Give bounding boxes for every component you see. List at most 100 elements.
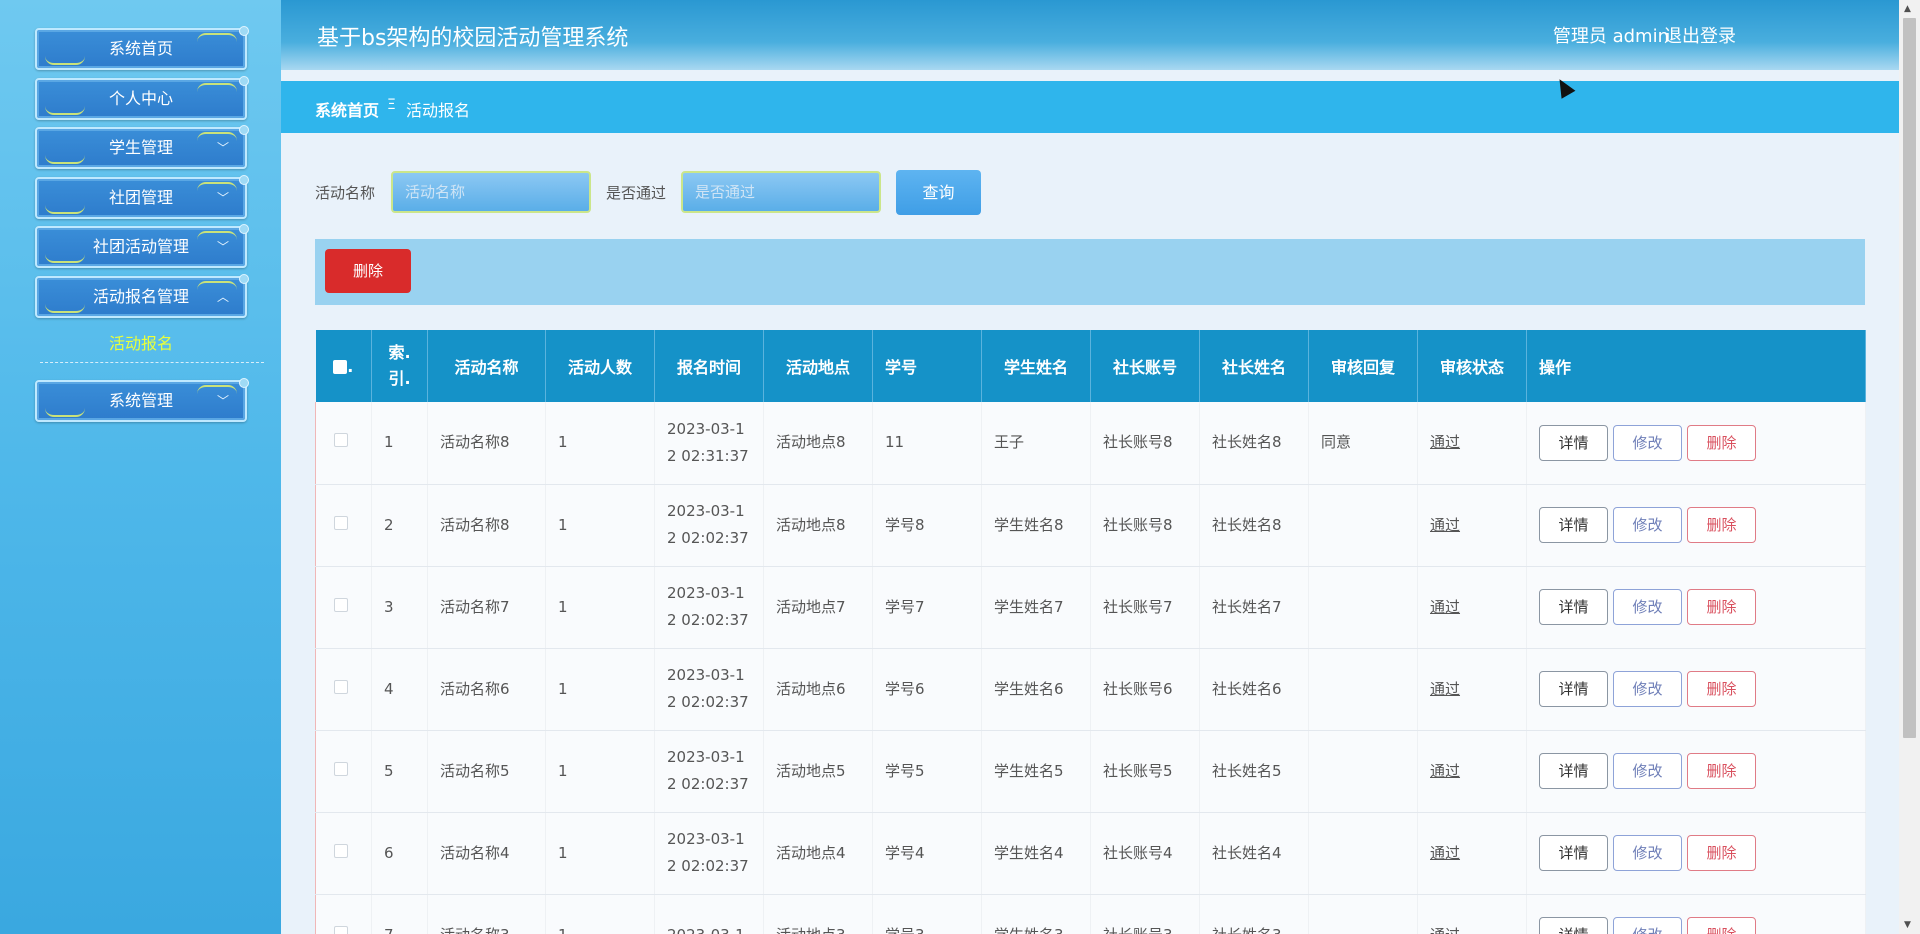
cell-student-name: 学生姓名8 [981, 484, 1091, 567]
sidebar-item-profile[interactable]: 个人中心 [35, 76, 249, 120]
col-student-name: 学生姓名 [981, 330, 1091, 402]
sidebar-item-registration[interactable]: 活动报名管理 ︿ [35, 274, 249, 318]
page-scrollbar[interactable]: ▲ ▼ [1899, 0, 1920, 934]
row-select-cell[interactable] [315, 894, 372, 934]
cell-student-name: 学生姓名3 [981, 894, 1091, 934]
row-select-cell[interactable] [315, 566, 372, 649]
detail-button[interactable]: 详情 [1539, 507, 1608, 543]
select-all-checkbox[interactable] [333, 360, 348, 374]
sidebar-item-label: 社团活动管理 [92, 237, 189, 256]
col-time: 报名时间 [654, 330, 764, 402]
sidebar-item-label: 活动报名管理 [92, 287, 189, 306]
row-select-cell[interactable] [315, 812, 372, 895]
cell-student-no: 学号4 [872, 812, 982, 895]
cell-time-line2: 2 02:02:37 [667, 611, 749, 629]
cell-count: 1 [545, 894, 655, 934]
status-text: 通过 [1430, 926, 1460, 934]
cell-index: 2 [371, 484, 428, 567]
sidebar-item-system[interactable]: 系统管理 ﹀ [35, 378, 249, 422]
scroll-down-icon[interactable]: ▼ [1904, 920, 1911, 930]
edit-button[interactable]: 修改 [1613, 835, 1682, 871]
detail-button[interactable]: 详情 [1539, 753, 1608, 789]
cell-review-reply [1308, 484, 1418, 567]
chevron-down-icon: ﹀ [216, 240, 229, 254]
edit-button[interactable]: 修改 [1613, 917, 1682, 934]
row-select-cell[interactable] [315, 730, 372, 813]
col-actions: 操作 [1526, 330, 1866, 402]
delete-button[interactable]: 删除 [1687, 753, 1756, 789]
edit-button[interactable]: 修改 [1613, 424, 1682, 461]
cell-student-name: 学生姓名7 [981, 566, 1091, 649]
cell-index: 5 [371, 730, 428, 813]
delete-button[interactable]: 删除 [1687, 589, 1756, 625]
sidebar-item-label: 个人中心 [108, 89, 173, 108]
cell-actions: 详情修改删除 [1526, 894, 1866, 934]
batch-delete-button[interactable]: 删除 [325, 249, 411, 293]
row-checkbox[interactable] [334, 597, 348, 612]
status-text: 通过 [1430, 761, 1461, 780]
edit-button[interactable]: 修改 [1613, 589, 1682, 625]
edit-button[interactable]: 修改 [1613, 671, 1682, 707]
detail-button[interactable]: 详情 [1539, 671, 1608, 707]
row-select-cell[interactable] [315, 402, 372, 485]
passed-input[interactable]: 是否通过 [681, 171, 881, 213]
activity-name-input[interactable]: 活动名称 [391, 171, 591, 213]
cell-student-name: 学生姓名5 [981, 730, 1091, 813]
row-checkbox[interactable] [334, 843, 348, 858]
detail-button[interactable]: 详情 [1539, 917, 1608, 934]
delete-button[interactable]: 删除 [1687, 835, 1756, 871]
sidebar-item-students[interactable]: 学生管理 ﹀ [35, 125, 249, 169]
detail-button[interactable]: 详情 [1539, 835, 1608, 871]
cell-time-line1: 2023-03-1 [667, 922, 763, 934]
detail-button[interactable]: 详情 [1539, 589, 1608, 625]
row-select-cell[interactable] [315, 648, 372, 731]
cell-actions: 详情修改删除 [1526, 402, 1866, 485]
query-button[interactable]: 查询 [896, 170, 981, 215]
select-all-header[interactable]: . [315, 330, 372, 402]
cell-actions: 详情修改删除 [1526, 566, 1866, 649]
edit-button[interactable]: 修改 [1613, 753, 1682, 789]
activity-name-label: 活动名称 [315, 184, 376, 202]
cell-count: 1 [545, 648, 655, 731]
cell-activity-name: 活动名称8 [427, 484, 546, 567]
cell-activity-name: 活动名称8 [427, 402, 546, 485]
cell-leader-name: 社长姓名5 [1199, 730, 1309, 813]
cell-time: 2023-03-1 2 02:02:37 [654, 484, 764, 567]
col-student-no: 学号 [872, 330, 982, 402]
sidebar-item-club-activities[interactable]: 社团活动管理 ﹀ [35, 224, 249, 268]
detail-button[interactable]: 详情 [1539, 424, 1608, 461]
cell-leader-account: 社长账号5 [1090, 730, 1200, 813]
sidebar-subitem-registration[interactable]: 活动报名 [35, 330, 247, 354]
cell-index: 7 [371, 894, 428, 934]
row-checkbox[interactable] [334, 761, 348, 776]
row-checkbox[interactable] [334, 925, 348, 934]
delete-button[interactable]: 删除 [1687, 671, 1756, 707]
col-count: 活动人数 [545, 330, 655, 402]
row-select-cell[interactable] [315, 484, 372, 567]
cell-review-reply: 同意 [1308, 402, 1418, 485]
cell-review-status: 通过 [1417, 648, 1527, 731]
edit-button[interactable]: 修改 [1613, 507, 1682, 543]
cell-time-line2: 2 02:02:37 [667, 857, 749, 875]
cell-leader-account: 社长账号3 [1090, 894, 1200, 934]
sidebar-item-clubs[interactable]: 社团管理 ﹀ [35, 175, 249, 219]
sidebar-item-home[interactable]: 系统首页 [35, 26, 249, 70]
table-row: 2 活动名称8 1 2023-03-1 2 02:02:37 活动地点8 学号8 学生姓名8 社… [315, 484, 1866, 567]
logout-link[interactable]: 退出登录 [1664, 22, 1736, 48]
row-checkbox[interactable] [334, 433, 348, 448]
scrollbar-thumb[interactable] [1903, 18, 1916, 738]
status-text: 通过 [1430, 515, 1461, 534]
delete-button[interactable]: 删除 [1687, 917, 1756, 934]
sidebar: 系统首页 个人中心 学生管理 ﹀ 社团管理 ﹀ 社团活动管理 ﹀ 活动报名管理 … [0, 0, 281, 934]
delete-button[interactable]: 删除 [1687, 424, 1756, 461]
delete-button[interactable]: 删除 [1687, 507, 1756, 543]
row-checkbox[interactable] [334, 679, 348, 694]
row-checkbox[interactable] [334, 515, 348, 530]
cell-leader-account: 社长账号8 [1090, 484, 1200, 567]
chevron-down-icon: ﹀ [216, 141, 229, 155]
cell-student-no: 11 [872, 402, 982, 485]
scroll-up-icon[interactable]: ▲ [1904, 4, 1911, 14]
cell-time-line1: 2023-03-1 [667, 502, 745, 520]
breadcrumb-home[interactable]: 系统首页 [315, 97, 379, 121]
cell-student-no: 学号3 [872, 894, 982, 934]
